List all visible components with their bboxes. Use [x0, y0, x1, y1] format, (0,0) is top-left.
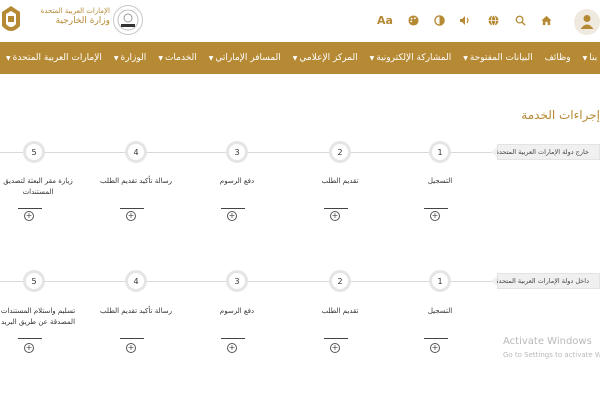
nav-item-label: المركز الإعلامي [299, 53, 358, 63]
expand-plus-icon[interactable]: + [24, 343, 34, 353]
process-row-label: داخل دولة الإمارات العربية المتحدة [491, 273, 600, 289]
step-divider [324, 208, 348, 209]
step-label: التسجيل [427, 307, 453, 315]
step-number: 5 [23, 270, 45, 292]
step-label: زيارة مقر البعثة لتصديق المستندات [3, 177, 73, 196]
nav-item-label: اتصل بنا [589, 53, 600, 63]
step-number: 2 [329, 270, 351, 292]
search-icon[interactable] [512, 12, 528, 28]
nav-item-label: البيانات المفتوحة [469, 53, 533, 63]
nav-item-contact[interactable]: اتصل بنا▼ [577, 53, 600, 63]
activate-windows-subtitle: Go to Settings to activate Windows. [503, 351, 600, 359]
step-divider [120, 208, 144, 209]
step-number: 1 [429, 141, 451, 163]
nav-item-media-center[interactable]: المركز الإعلامي ▼ [287, 53, 364, 63]
expand-plus-icon[interactable]: + [126, 211, 136, 221]
chevron-down-icon: ▼ [463, 54, 468, 62]
expand-plus-icon[interactable]: + [227, 343, 237, 353]
step-label: رسالة تأكيد تقديم الطلب [100, 307, 172, 315]
contrast-icon[interactable] [431, 12, 447, 28]
nav-item-jobs[interactable]: وظائف [539, 53, 577, 63]
nav-item-label: وظائف [544, 53, 571, 63]
user-icon [580, 15, 594, 29]
process-row-label: خارج دولة الإمارات العربية المتحدة [491, 144, 600, 160]
nav-item-label: الوزارة [120, 53, 147, 63]
step-divider [324, 338, 348, 339]
volume-icon[interactable] [457, 12, 473, 28]
step-label: تسليم واستلام المستندات المصدقة عن طريق … [0, 307, 76, 326]
chevron-down-icon: ▼ [6, 54, 11, 62]
home-icon[interactable] [538, 12, 554, 28]
step-label: تقديم الطلب [321, 177, 359, 185]
step-number: 1 [429, 270, 451, 292]
step-number: 4 [125, 270, 147, 292]
service-stars-seal [113, 5, 143, 35]
step-label: التسجيل [427, 177, 453, 185]
step-divider [424, 338, 448, 339]
nav-item-ministry[interactable]: الوزارة ▼ [108, 53, 152, 63]
step-divider [120, 338, 144, 339]
nav-item-uae[interactable]: الإمارات العربية المتحدة ▼ [0, 53, 108, 63]
step-label: دفع الرسوم [219, 307, 255, 315]
nav-item-traveler[interactable]: المسافر الإماراتي ▼ [203, 53, 287, 63]
expand-plus-icon[interactable]: + [227, 211, 237, 221]
expand-plus-icon[interactable]: + [24, 211, 34, 221]
step-number: 4 [125, 141, 147, 163]
nav-item-eparticipation[interactable]: المشاركة الإلكترونية ▼ [364, 53, 458, 63]
ministry-name-line2: وزارة الخارجية [55, 16, 110, 26]
uae-emblem-logo[interactable] [0, 4, 22, 38]
nav-item-label: الخدمات [164, 53, 197, 63]
step-number: 3 [226, 141, 248, 163]
step-divider [221, 208, 245, 209]
nav-item-label: الإمارات العربية المتحدة [12, 53, 102, 63]
page-title: إجراءات الخدمة [521, 108, 600, 122]
ministry-name-line1: الإمارات العربية المتحدة [40, 7, 110, 15]
expand-plus-icon[interactable]: + [330, 343, 340, 353]
nav-item-services[interactable]: الخدمات ▼ [152, 53, 202, 63]
chevron-down-icon: ▼ [158, 54, 163, 62]
chevron-down-icon: ▼ [582, 54, 588, 62]
expand-plus-icon[interactable]: + [430, 343, 440, 353]
user-avatar-button[interactable] [574, 9, 600, 35]
globe-icon[interactable] [485, 12, 501, 28]
step-label: تقديم الطلب [321, 307, 359, 315]
palette-icon[interactable] [405, 12, 421, 28]
top-header: الإمارات العربية المتحدة وزارة الخارجية … [0, 0, 600, 42]
activate-windows-title: Activate Windows [503, 336, 592, 347]
step-number: 5 [23, 141, 45, 163]
nav-item-open-data[interactable]: البيانات المفتوحة ▼ [457, 53, 538, 63]
chevron-down-icon: ▼ [113, 54, 119, 62]
expand-plus-icon[interactable]: + [126, 343, 136, 353]
font-size-button[interactable]: Aa [377, 12, 393, 28]
step-divider [424, 208, 448, 209]
expand-plus-icon[interactable]: + [430, 211, 440, 221]
step-label: رسالة تأكيد تقديم الطلب [100, 177, 172, 185]
step-number: 3 [226, 270, 248, 292]
nav-item-label: المشاركة الإلكترونية [376, 53, 452, 63]
font-size-label: Aa [377, 13, 393, 27]
step-divider [221, 338, 245, 339]
step-label: دفع الرسوم [219, 177, 255, 185]
expand-plus-icon[interactable]: + [330, 211, 340, 221]
ministry-name: الإمارات العربية المتحدة وزارة الخارجية [22, 6, 110, 26]
chevron-down-icon: ▼ [208, 54, 214, 62]
chevron-down-icon: ▼ [292, 54, 298, 62]
main-navigation: الإمارات العربية المتحدة ▼ الوزارة ▼ الخدم… [0, 42, 600, 74]
step-divider [18, 208, 42, 209]
step-divider [18, 338, 42, 339]
nav-item-label: المسافر الإماراتي [215, 53, 281, 63]
step-number: 2 [329, 141, 351, 163]
chevron-down-icon: ▼ [369, 54, 375, 62]
